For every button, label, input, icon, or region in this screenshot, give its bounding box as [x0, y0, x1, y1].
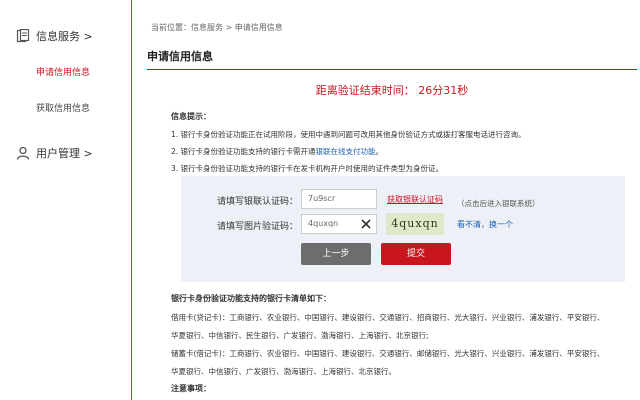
tip-text: 2. 银行卡身份验证功能支持的银行卡需开通 — [171, 147, 316, 156]
tips-title: 信息提示： — [171, 112, 211, 121]
captcha-image[interactable]: 4quxqn — [386, 213, 444, 235]
submit-button[interactable]: 提交 — [381, 243, 451, 265]
bank-list-line: 储蓄卡(借记卡)：工商银行、农业银行、中国银行、建设银行、交通银行、邮储银行、光… — [171, 349, 605, 358]
unionpay-online-link[interactable]: 银联在线支付功能 — [316, 147, 376, 156]
captcha-label: 请填写图片验证码： — [217, 222, 299, 232]
breadcrumb: 当前位置：信息服务 > 申请信用信息 — [151, 23, 283, 32]
get-code-hint: （点击后进入银联系统） — [457, 199, 540, 208]
notes-title: 注意事项： — [171, 384, 211, 393]
tip-suffix: 。 — [375, 147, 384, 156]
bank-list-line: 华夏银行、中信银行、民生银行、广发银行、渤海银行、上海银行、北京银行; — [171, 331, 429, 340]
document-icon — [16, 29, 30, 43]
tip-item: 2. 银行卡身份验证功能支持的银行卡需开通银联在线支付功能。 — [171, 146, 383, 157]
countdown-timer: 距离验证结束时间： 26分31秒 — [315, 84, 469, 97]
nav-group-user-management[interactable]: 用户管理 > — [16, 145, 93, 161]
bank-list-line: 借用卡(贷记卡)：工商银行、农业银行、中国银行、建设银行、交通银行、招商银行、光… — [171, 313, 605, 322]
bank-list-title: 银行卡身份验证功能支持的银行卡清单如下： — [171, 294, 331, 303]
sidebar-item-get-credit[interactable]: 获取信用信息 — [36, 101, 90, 114]
unionpay-code-input[interactable]: 7u9scr — [301, 189, 377, 209]
clear-icon[interactable] — [360, 218, 372, 237]
captcha-input[interactable]: 4quxqn — [301, 214, 377, 234]
get-unionpay-code-link[interactable]: 获取银联认证码 — [387, 194, 443, 205]
captcha-input-value: 4quxqn — [308, 219, 339, 228]
bank-list-line: 华夏银行、中信银行、广发银行、渤海银行、上海银行、北京银行。 — [171, 367, 396, 376]
refresh-captcha-link[interactable]: 看不清，换一个 — [457, 219, 513, 230]
tip-item: 1. 银行卡身份验证功能正在试用阶段，使用中遇到问题可改用其他身份验证方式或拨打… — [171, 130, 526, 139]
nav-group-info-service[interactable]: 信息服务 > — [16, 28, 93, 44]
page-title: 申请信用信息 — [147, 48, 637, 70]
previous-step-button[interactable]: 上一步 — [301, 243, 371, 265]
nav-group-label: 信息服务 > — [36, 30, 93, 43]
user-icon — [16, 146, 30, 160]
tip-item: 3. 银行卡身份验证功能支持的银行卡在发卡机构开户时使用的证件类型为身份证。 — [171, 164, 444, 173]
nav-group-label: 用户管理 > — [36, 147, 93, 160]
verification-form: 请填写银联认证码： 7u9scr 获取银联认证码 （点击后进入银联系统） 请填写… — [181, 176, 625, 282]
sidebar: 信息服务 > 申请信用信息 获取信用信息 用户管理 > — [0, 0, 132, 400]
main-content: 当前位置：信息服务 > 申请信用信息 申请信用信息 距离验证结束时间： 26分3… — [147, 0, 637, 400]
unionpay-code-label: 请填写银联认证码： — [217, 197, 299, 207]
sidebar-item-apply-credit[interactable]: 申请信用信息 — [36, 65, 90, 78]
